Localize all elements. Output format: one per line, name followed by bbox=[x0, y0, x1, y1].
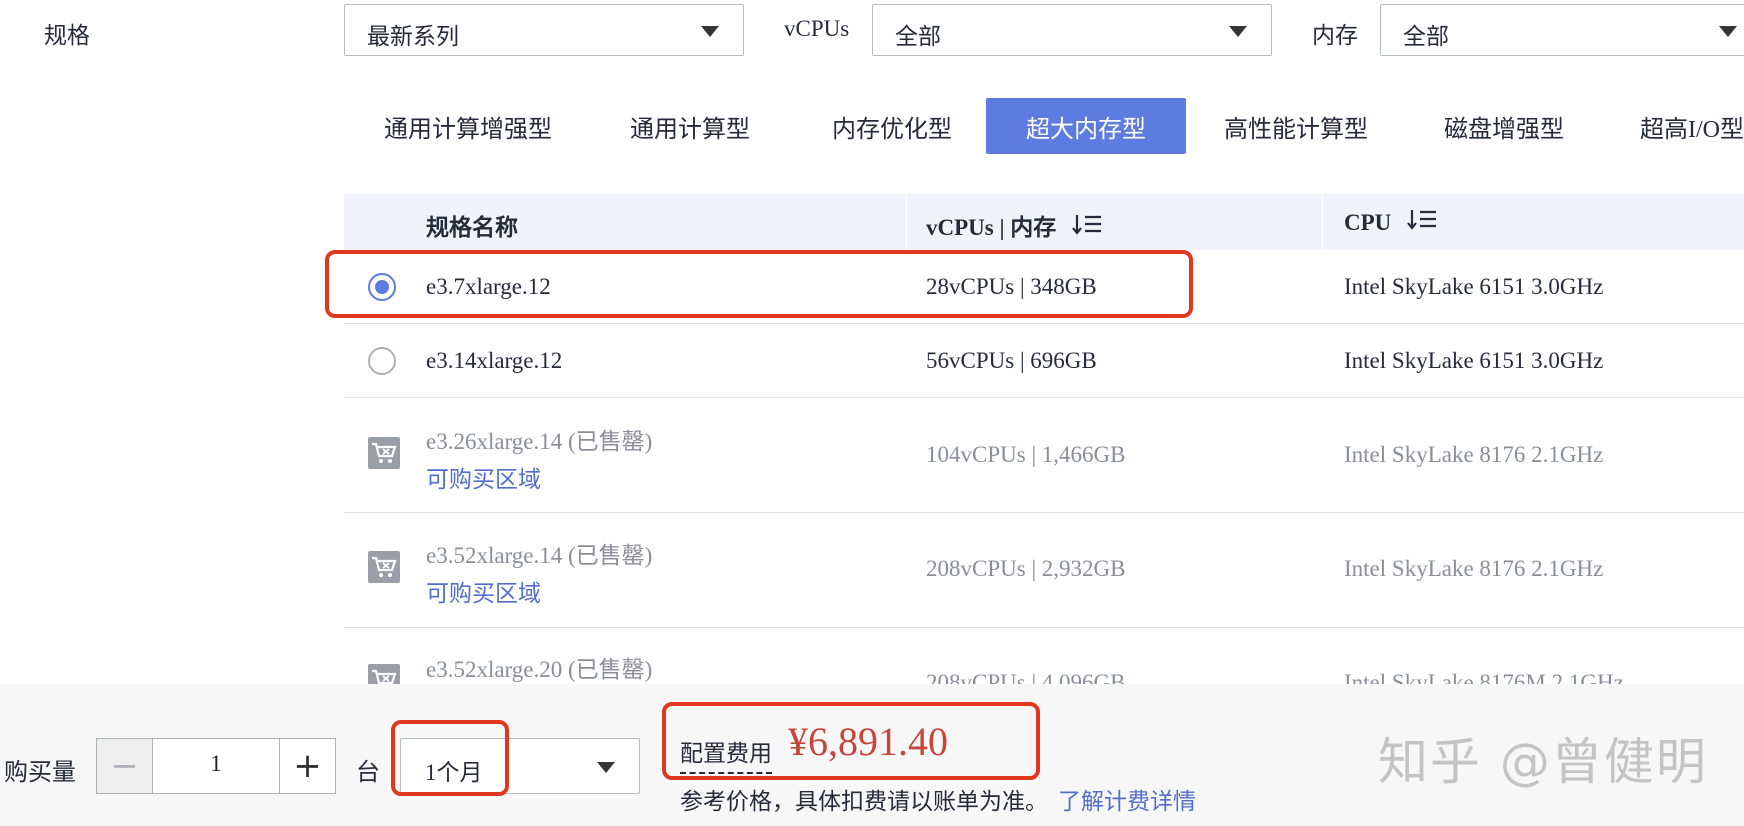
vcpu-memory: 56vCPUs | 696GB bbox=[926, 348, 1097, 373]
header-spec-name: 规格名称 bbox=[426, 215, 518, 240]
cart-icon bbox=[368, 437, 400, 469]
tab-general[interactable]: 通用计算型 bbox=[608, 98, 772, 154]
purchasable-region-link[interactable]: 可购买区域 bbox=[426, 460, 541, 494]
watermark: 知乎 @曾健明 bbox=[1378, 733, 1708, 791]
cpu-model: Intel SkyLake 8176 2.1GHz bbox=[1344, 442, 1604, 467]
spec-name-soldout: e3.26xlarge.14 (已售罄) bbox=[426, 429, 653, 454]
column-divider bbox=[906, 194, 907, 250]
chevron-down-icon bbox=[1229, 26, 1247, 37]
series-select[interactable]: 最新系列 bbox=[344, 4, 744, 56]
minus-icon[interactable]: − bbox=[97, 739, 153, 793]
vcpu-memory: 104vCPUs | 1,466GB bbox=[926, 442, 1126, 467]
highlight-selected-row bbox=[325, 250, 1193, 318]
price-note: 参考价格，具体扣费请以账单为准。 了解计费详情 bbox=[680, 782, 1196, 816]
tab-high-performance[interactable]: 高性能计算型 bbox=[1214, 98, 1378, 154]
memory-select[interactable]: 全部 bbox=[1380, 4, 1744, 56]
header-cpu[interactable]: CPU bbox=[1344, 208, 1437, 236]
vcpus-select-value: 全部 bbox=[895, 24, 941, 49]
cpu-model: Intel SkyLake 8176 2.1GHz bbox=[1344, 556, 1604, 581]
column-divider bbox=[1322, 194, 1323, 250]
highlight-duration bbox=[391, 720, 509, 796]
quantity-label: 购买量 bbox=[4, 760, 76, 786]
price-note-text: 参考价格，具体扣费请以账单为准。 bbox=[680, 789, 1048, 814]
chevron-down-icon bbox=[597, 762, 615, 773]
header-vcpu-memory[interactable]: vCPUs | 内存 bbox=[926, 208, 1102, 242]
tab-large-memory[interactable]: 超大内存型 bbox=[986, 98, 1186, 154]
series-select-value: 最新系列 bbox=[367, 24, 459, 49]
spec-name: e3.14xlarge.12 bbox=[426, 348, 563, 373]
header-vcpu-memory-label: vCPUs | 内存 bbox=[926, 215, 1057, 240]
spec-name-soldout: e3.52xlarge.20 (已售罄) bbox=[426, 657, 653, 682]
row-radio[interactable] bbox=[368, 347, 396, 375]
sort-icon[interactable] bbox=[1072, 213, 1102, 241]
quantity-stepper[interactable]: − 1 + bbox=[96, 738, 336, 794]
spec-label: 规格 bbox=[44, 23, 90, 48]
vcpu-memory: 208vCPUs | 2,932GB bbox=[926, 556, 1126, 581]
purchasable-region-link[interactable]: 可购买区域 bbox=[426, 574, 541, 608]
tab-ultra-high-io[interactable]: 超高I/O型 bbox=[1640, 98, 1744, 154]
memory-label: 内存 bbox=[1312, 23, 1358, 48]
sort-icon[interactable] bbox=[1407, 208, 1437, 236]
chevron-down-icon bbox=[701, 26, 719, 37]
highlight-price bbox=[662, 702, 1040, 780]
vcpus-select[interactable]: 全部 bbox=[872, 4, 1272, 56]
tab-memory-optimized[interactable]: 内存优化型 bbox=[810, 98, 974, 154]
cpu-model: Intel SkyLake 6151 3.0GHz bbox=[1344, 274, 1604, 299]
chevron-down-icon bbox=[1719, 26, 1737, 37]
tab-disk-enhanced[interactable]: 磁盘增强型 bbox=[1434, 98, 1574, 154]
billing-details-link[interactable]: 了解计费详情 bbox=[1058, 789, 1196, 814]
memory-select-value: 全部 bbox=[1403, 24, 1449, 49]
cpu-model: Intel SkyLake 6151 3.0GHz bbox=[1344, 348, 1604, 373]
quantity-unit: 台 bbox=[356, 760, 380, 786]
spec-name-soldout: e3.52xlarge.14 (已售罄) bbox=[426, 543, 653, 568]
vcpus-label: vCPUs bbox=[784, 16, 850, 41]
tab-general-enhanced[interactable]: 通用计算增强型 bbox=[364, 98, 572, 154]
cart-icon bbox=[368, 551, 400, 583]
plus-icon[interactable]: + bbox=[279, 739, 335, 793]
quantity-value[interactable]: 1 bbox=[153, 751, 279, 777]
header-cpu-label: CPU bbox=[1344, 210, 1392, 235]
